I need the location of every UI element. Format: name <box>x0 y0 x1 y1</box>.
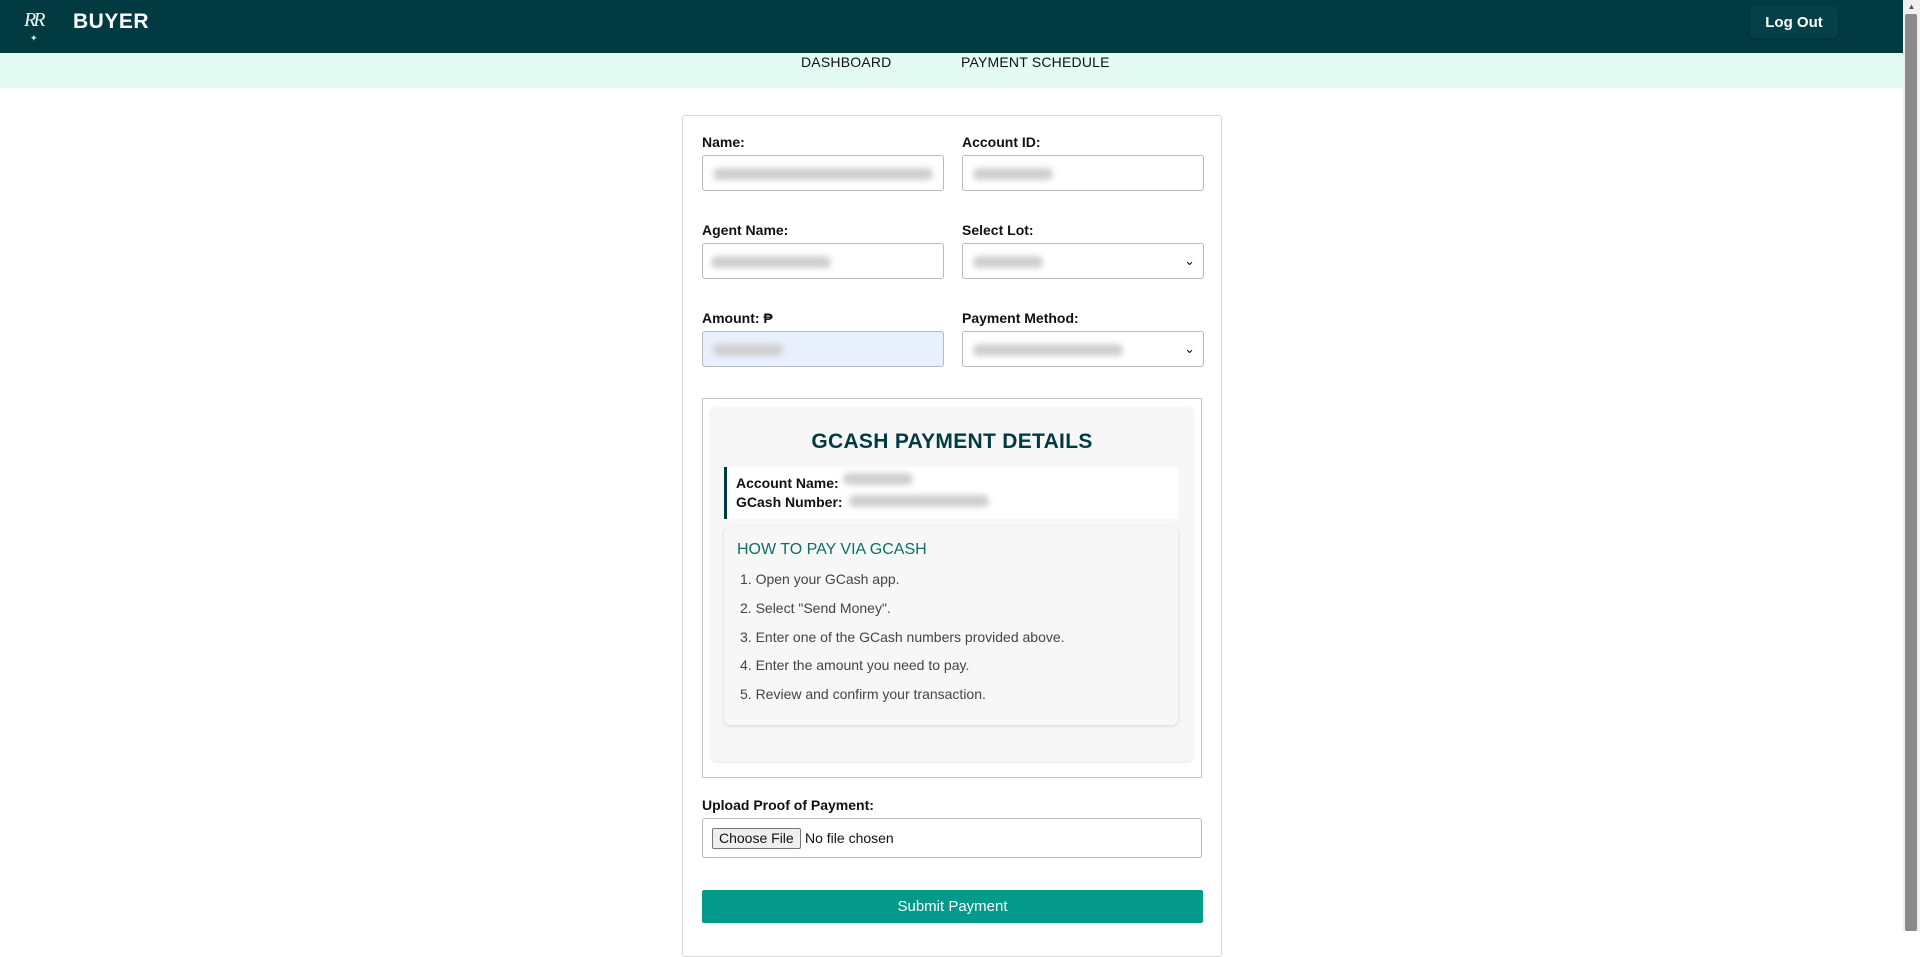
how-to-step: 5. Review and confirm your transaction. <box>740 686 986 702</box>
how-to-step: 4. Enter the amount you need to pay. <box>740 657 970 673</box>
gcash-number-label: GCash Number: <box>736 494 843 510</box>
top-navbar: RR ✦ BUYER Log Out <box>0 0 1903 53</box>
payment-method-dropdown[interactable]: ⌄ <box>962 331 1204 367</box>
nav-payment-schedule[interactable]: PAYMENT SCHEDULE <box>961 54 1110 70</box>
submit-payment-button[interactable]: Submit Payment <box>702 890 1203 923</box>
account-id-label: Account ID: <box>962 134 1041 150</box>
redacted-account-name <box>843 473 913 485</box>
gcash-details-section: GCASH PAYMENT DETAILS Account Name: GCas… <box>702 398 1202 778</box>
page-scrollbar-thumb[interactable] <box>1905 14 1917 931</box>
logout-button[interactable]: Log Out <box>1750 6 1838 38</box>
how-to-pay-box: HOW TO PAY VIA GCASH 1. Open your GCash … <box>724 527 1178 725</box>
account-name-label: Account Name: <box>736 475 839 491</box>
redacted-value <box>973 168 1053 180</box>
nav-dashboard[interactable]: DASHBOARD <box>801 54 891 70</box>
payment-form-card: Name: Account ID: Agent Name: Select Lot… <box>682 115 1222 957</box>
how-to-step: 2. Select "Send Money". <box>740 600 891 616</box>
no-file-chosen-text: No file chosen <box>805 830 894 846</box>
name-label: Name: <box>702 134 745 150</box>
scroll-up-icon[interactable]: ▲ <box>1903 0 1920 14</box>
brand-logo[interactable]: RR ✦ <box>24 8 56 43</box>
secondary-nav: DASHBOARD PAYMENT SCHEDULE <box>0 53 1903 88</box>
redacted-gcash-number <box>849 495 989 507</box>
gcash-account-box: Account Name: GCash Number: <box>724 467 1178 519</box>
redacted-value <box>713 168 933 180</box>
chevron-down-icon: ⌄ <box>1184 341 1195 356</box>
payment-method-label: Payment Method: <box>962 310 1079 326</box>
amount-field[interactable] <box>702 331 944 367</box>
name-field[interactable] <box>702 155 944 191</box>
redacted-value <box>713 344 783 356</box>
redacted-value <box>711 256 831 268</box>
upload-proof-label: Upload Proof of Payment: <box>702 797 874 813</box>
gcash-title: GCASH PAYMENT DETAILS <box>811 430 1093 453</box>
how-to-pay-title: HOW TO PAY VIA GCASH <box>737 541 927 558</box>
upload-proof-input[interactable]: Choose File No file chosen <box>702 818 1202 858</box>
redacted-value <box>973 256 1043 268</box>
app-title: BUYER <box>73 10 150 33</box>
agent-name-label: Agent Name: <box>702 222 789 238</box>
chevron-down-icon: ⌄ <box>1184 253 1195 268</box>
redacted-value <box>973 344 1123 356</box>
select-lot-label: Select Lot: <box>962 222 1034 238</box>
account-id-field[interactable] <box>962 155 1204 191</box>
agent-name-field[interactable] <box>702 243 944 279</box>
gcash-details-panel: GCASH PAYMENT DETAILS Account Name: GCas… <box>711 407 1193 761</box>
choose-file-button[interactable]: Choose File <box>712 828 801 849</box>
how-to-step: 3. Enter one of the GCash numbers provid… <box>740 629 1065 645</box>
how-to-step: 1. Open your GCash app. <box>740 571 900 587</box>
amount-label: Amount: ₱ <box>702 310 773 326</box>
select-lot-dropdown[interactable]: ⌄ <box>962 243 1204 279</box>
